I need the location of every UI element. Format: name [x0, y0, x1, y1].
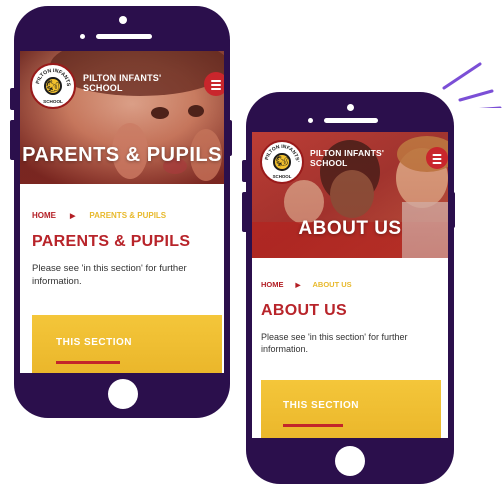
hamburger-icon — [211, 80, 221, 82]
this-section-panel[interactable]: THIS SECTION — [32, 315, 222, 373]
school-name-line2: SCHOOL — [310, 157, 348, 168]
school-name-line1: PILTON INFANTS' — [83, 73, 162, 83]
this-section-label: THIS SECTION — [56, 337, 133, 348]
breadcrumb-arrow-icon: ▶ — [70, 212, 76, 220]
home-button[interactable] — [335, 446, 365, 476]
breadcrumb-current: ABOUT US — [312, 280, 352, 289]
phone-right-screen: PILTON INFANTS' SCHOOL 🐿 PILTON INFANTS'… — [252, 132, 448, 438]
page-title: PARENTS & PUPILS — [32, 233, 191, 250]
hero-title: PARENTS & PUPILS — [22, 144, 222, 166]
squirrel-icon: 🐿 — [275, 156, 289, 168]
breadcrumb-home[interactable]: HOME — [32, 211, 56, 220]
speaker-grille — [96, 34, 152, 39]
this-section-label: THIS SECTION — [283, 400, 360, 411]
svg-text:SCHOOL: SCHOOL — [43, 99, 63, 104]
sensor-dot — [308, 118, 313, 123]
hero-banner: PILTON INFANTS' SCHOOL 🐿 PILTON INFANTS'… — [20, 51, 224, 184]
sensor-dot — [80, 34, 85, 39]
school-logo[interactable]: PILTON INFANTS' SCHOOL 🐿 — [260, 140, 304, 184]
school-name-line2: SCHOOL — [83, 83, 123, 94]
page-description: Please see 'in this section' for further… — [261, 332, 408, 355]
breadcrumb-arrow-icon: ▶ — [295, 281, 301, 289]
hero-banner: PILTON INFANTS' SCHOOL 🐿 PILTON INFANTS'… — [252, 132, 448, 258]
hamburger-icon — [432, 154, 442, 156]
front-camera — [347, 104, 354, 111]
school-name[interactable]: PILTON INFANTS' SCHOOL — [310, 148, 384, 169]
phone-right: PILTON INFANTS' SCHOOL 🐿 PILTON INFANTS'… — [246, 92, 454, 484]
speaker-grille — [324, 118, 378, 123]
phone-left: PILTON INFANTS' SCHOOL 🐿 PILTON INFANTS'… — [14, 6, 230, 418]
this-section-underline — [283, 424, 343, 427]
this-section-underline — [56, 361, 120, 364]
phone-left-screen: PILTON INFANTS' SCHOOL 🐿 PILTON INFANTS'… — [20, 51, 224, 373]
front-camera — [119, 16, 127, 24]
school-logo[interactable]: PILTON INFANTS' SCHOOL 🐿 — [30, 63, 76, 109]
breadcrumb-home[interactable]: HOME — [261, 280, 284, 289]
page-description: Please see 'in this section' for further… — [32, 263, 187, 287]
decorative-strokes — [442, 62, 502, 108]
menu-button[interactable] — [204, 72, 224, 96]
this-section-panel[interactable]: THIS SECTION — [261, 380, 441, 438]
breadcrumb: HOME ▶ ABOUT US — [261, 280, 352, 289]
squirrel-icon: 🐿 — [46, 79, 60, 93]
svg-text:SCHOOL: SCHOOL — [273, 174, 292, 179]
menu-button[interactable] — [426, 147, 448, 169]
school-name[interactable]: PILTON INFANTS' SCHOOL — [83, 73, 161, 94]
breadcrumb-current: PARENTS & PUPILS — [89, 211, 167, 220]
breadcrumb: HOME ▶ PARENTS & PUPILS — [32, 211, 166, 220]
hero-title: ABOUT US — [298, 218, 402, 239]
page-title: ABOUT US — [261, 302, 347, 319]
home-button[interactable] — [108, 379, 138, 409]
